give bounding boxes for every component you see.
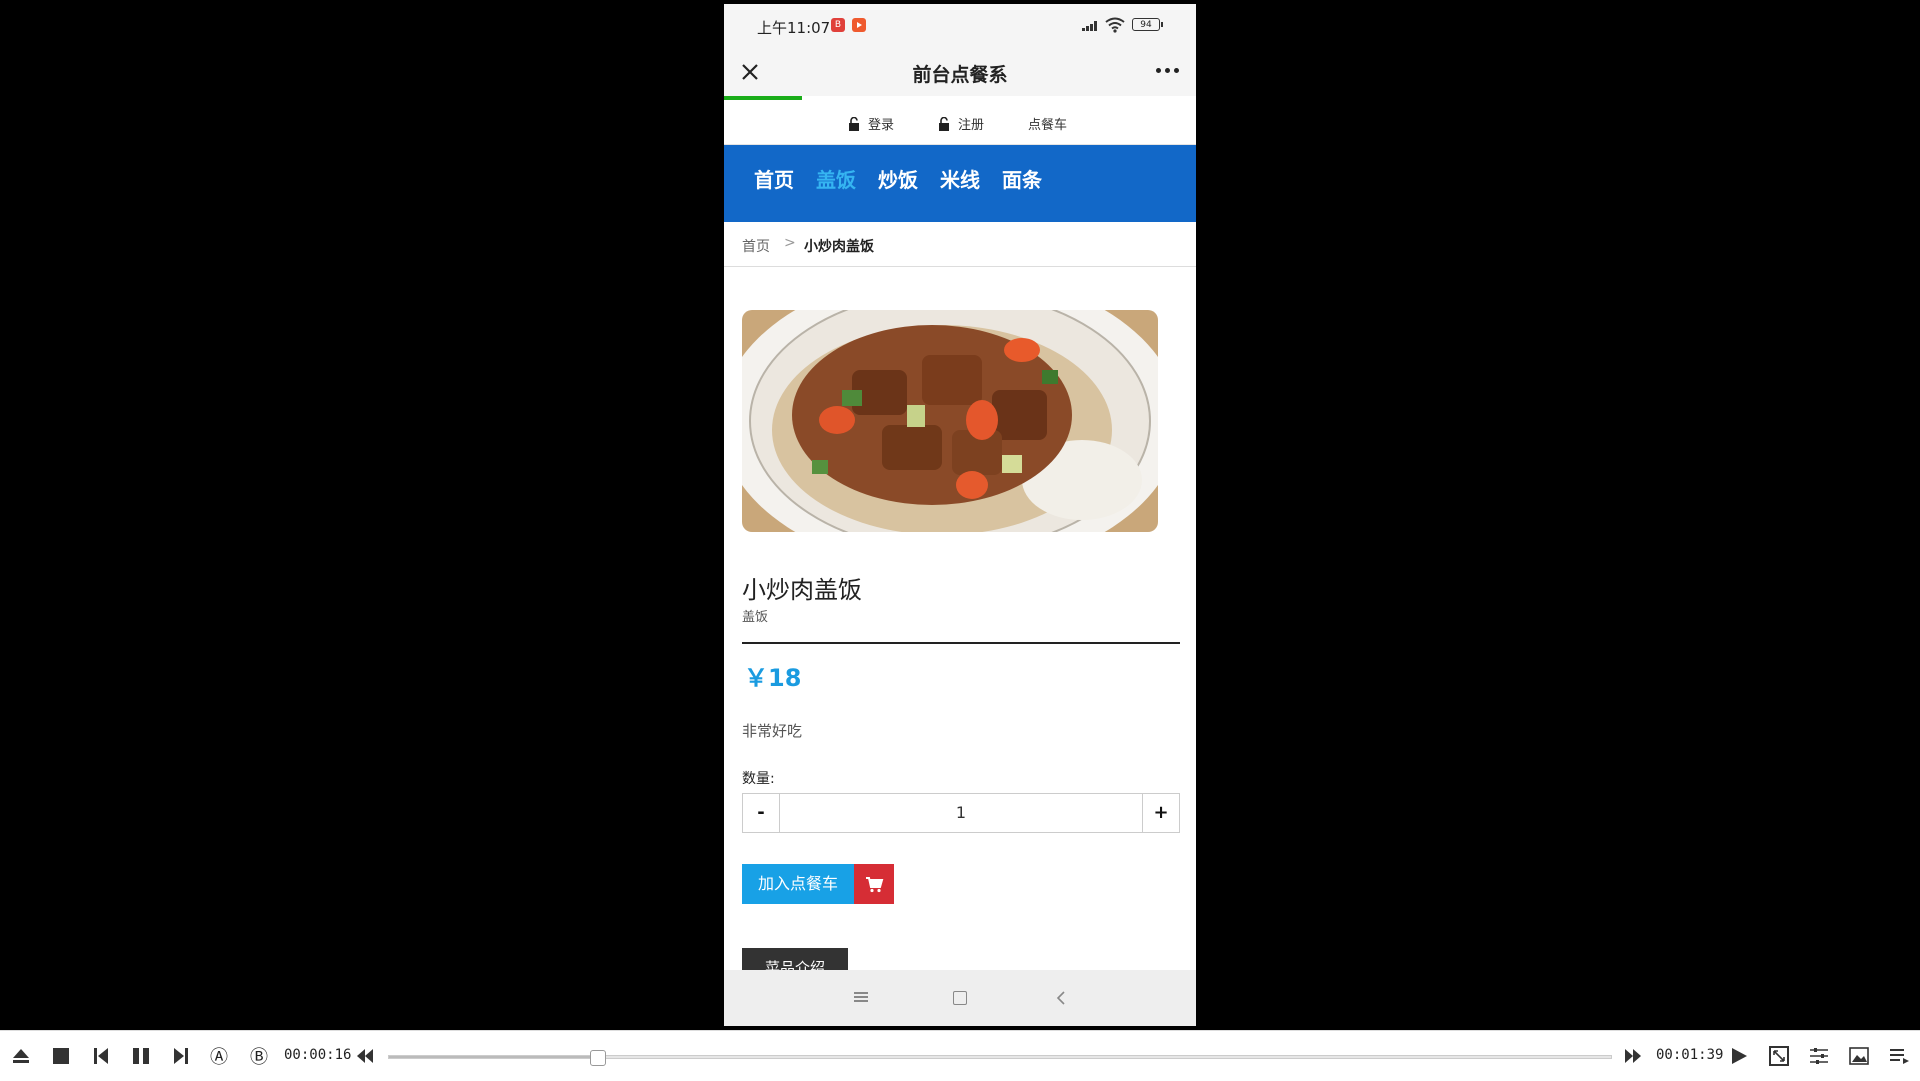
- seek-progress: [389, 1056, 597, 1058]
- menu-icon[interactable]: [854, 992, 868, 1002]
- a-b-repeat-a-button[interactable]: Ⓐ: [210, 1043, 228, 1069]
- video-app-icon: [852, 18, 866, 32]
- nav-mixian[interactable]: 米线: [940, 164, 980, 193]
- phone-screen: 上午11:07 B 94 前台点餐系 登录 注册 点餐车 首页 盖饭 炒饭 米线…: [724, 4, 1196, 1026]
- product-name: 小炒肉盖饭: [742, 576, 862, 604]
- android-nav-bar: [724, 970, 1196, 1026]
- nav-home[interactable]: 首页: [754, 164, 794, 193]
- playlist-icon[interactable]: [1888, 1045, 1910, 1067]
- home-icon[interactable]: [953, 991, 967, 1005]
- nav-gaifan[interactable]: 盖饭: [816, 164, 856, 193]
- login-label: 登录: [868, 118, 895, 133]
- current-time: 00:00:16: [284, 1047, 352, 1063]
- product-description: 非常好吃: [742, 722, 803, 740]
- add-to-cart-label: 加入点餐车: [742, 864, 855, 904]
- seek-handle[interactable]: [589, 1050, 606, 1066]
- title-bar: 前台点餐系: [724, 48, 1196, 96]
- settings-icon[interactable]: [1808, 1045, 1830, 1067]
- total-time: 00:01:39: [1656, 1047, 1724, 1063]
- login-link[interactable]: 登录: [848, 114, 894, 133]
- media-player-bar: Ⓐ Ⓑ 00:00:16 00:01:39: [0, 1030, 1920, 1081]
- register-link[interactable]: 注册: [938, 114, 984, 133]
- quantity-plus-button[interactable]: +: [1142, 794, 1179, 832]
- cart-icon: [854, 864, 895, 904]
- status-time: 上午11:07: [757, 19, 831, 37]
- nav-chaofan[interactable]: 炒饭: [878, 164, 918, 193]
- more-options-icon[interactable]: [1154, 68, 1182, 76]
- category-nav: 首页 盖饭 炒饭 米线 面条: [724, 145, 1196, 222]
- product-category: 盖饭: [742, 610, 769, 625]
- quantity-input[interactable]: 1: [780, 794, 1142, 832]
- rewind-icon[interactable]: [354, 1045, 376, 1067]
- breadcrumb-home[interactable]: 首页: [742, 236, 770, 256]
- quantity-label: 数量:: [742, 771, 775, 787]
- pause-icon[interactable]: [130, 1045, 152, 1067]
- product-image: [742, 310, 1158, 532]
- battery-icon: 94: [1132, 18, 1163, 31]
- signal-icon: [1082, 19, 1100, 31]
- seek-bar[interactable]: [388, 1050, 1612, 1066]
- status-bar: 上午11:07 B 94: [724, 4, 1196, 48]
- quantity-stepper: - 1 +: [742, 793, 1180, 833]
- cart-label: 点餐车: [1028, 118, 1068, 133]
- unlock-icon: [849, 116, 859, 131]
- top-nav: 登录 注册 点餐车: [724, 100, 1196, 146]
- product-price: ￥18: [744, 664, 802, 692]
- cart-link[interactable]: 点餐车: [1028, 114, 1067, 133]
- image-icon[interactable]: [1848, 1045, 1870, 1067]
- previous-icon[interactable]: [90, 1045, 112, 1067]
- page-title: 前台点餐系: [912, 64, 1008, 86]
- divider: [742, 642, 1180, 644]
- wifi-icon: [1105, 17, 1125, 33]
- stop-icon[interactable]: [50, 1045, 72, 1067]
- register-label: 注册: [958, 118, 985, 133]
- breadcrumb-separator: >: [784, 235, 796, 251]
- next-icon[interactable]: [170, 1045, 192, 1067]
- nav-miantiao[interactable]: 面条: [1002, 164, 1042, 193]
- add-to-cart-button[interactable]: 加入点餐车: [742, 864, 895, 904]
- breadcrumb: 首页 > 小炒肉盖饭: [724, 222, 1196, 267]
- notification-app-icon: B: [831, 18, 845, 32]
- back-icon[interactable]: [1054, 990, 1070, 1006]
- fullscreen-icon[interactable]: [1768, 1045, 1790, 1067]
- a-b-repeat-b-button[interactable]: Ⓑ: [250, 1043, 268, 1069]
- unlock-icon: [939, 116, 949, 131]
- fast-forward-icon[interactable]: [1622, 1045, 1644, 1067]
- eject-icon[interactable]: [10, 1045, 32, 1067]
- play-icon[interactable]: [1728, 1045, 1750, 1067]
- quantity-minus-button[interactable]: -: [743, 794, 780, 832]
- breadcrumb-current: 小炒肉盖饭: [804, 239, 874, 255]
